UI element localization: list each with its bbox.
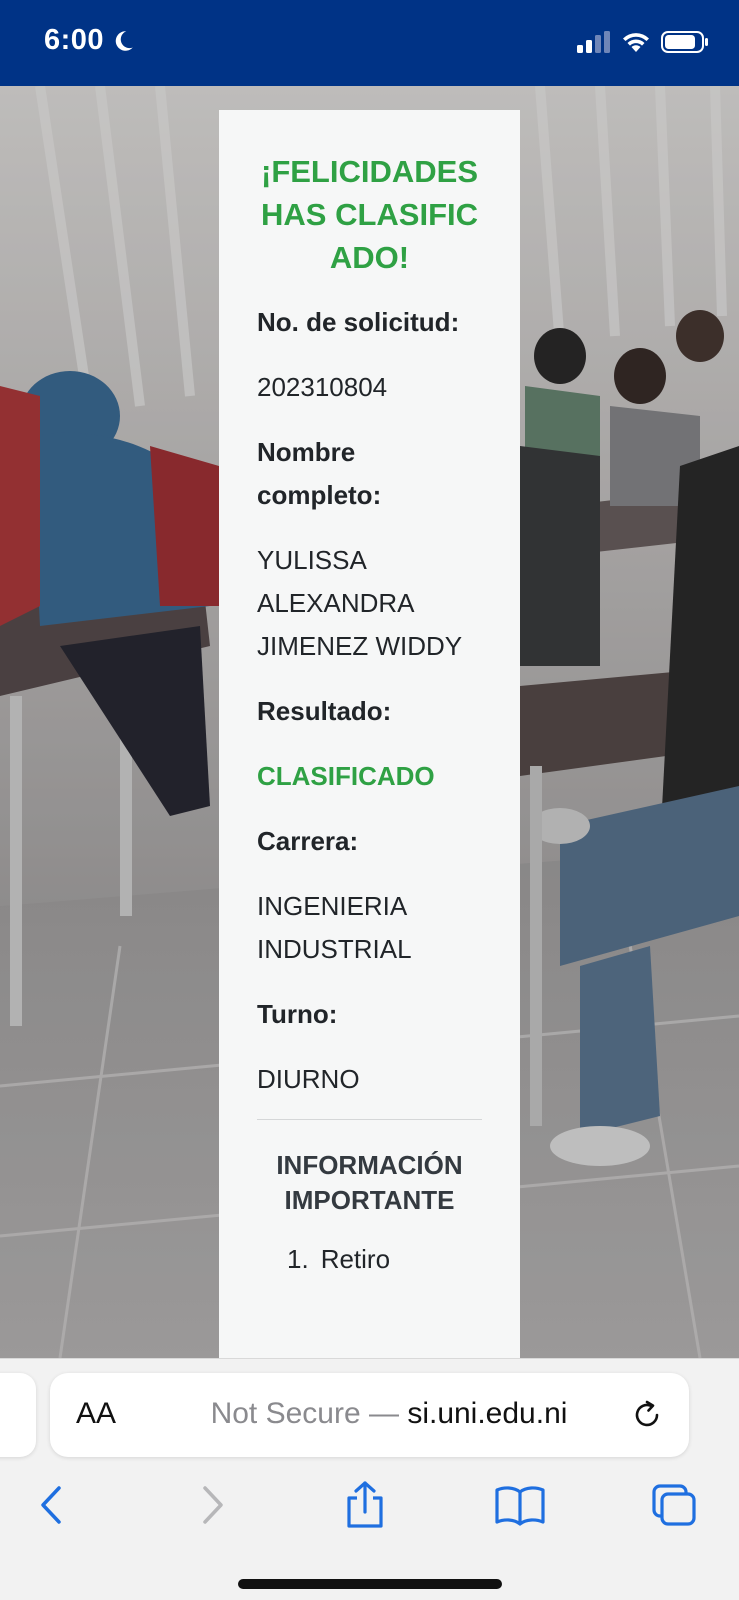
bookmarks-button[interactable] (492, 1477, 548, 1533)
forward-button[interactable] (184, 1477, 240, 1533)
url-security-prefix: Not Secure — (210, 1397, 408, 1430)
list-item: 1. Retiro (287, 1238, 482, 1281)
congratulations-headline: ¡FELICIDADES HAS CLASIFICADO! (261, 154, 478, 275)
career-label: Carrera: (257, 826, 359, 856)
application-number-label: No. de solicitud: (257, 307, 460, 337)
application-number-value: 202310804 (257, 372, 388, 402)
book-icon (495, 1486, 545, 1526)
important-info-title: INFORMACIÓN IMPORTANTE (276, 1150, 463, 1215)
tabs-button[interactable] (646, 1477, 702, 1533)
important-info-list: 1. Retiro (257, 1238, 482, 1281)
battery-icon (661, 31, 708, 53)
status-icons (577, 30, 709, 54)
signal-icon (577, 31, 610, 53)
tabs-icon (652, 1484, 696, 1526)
clock-text: 6:00 (44, 24, 105, 56)
full-name-value: YULISSA ALEXANDRA JIMENEZ WIDDY (257, 545, 463, 661)
status-bar: 6:00 (0, 0, 739, 86)
result-card: ¡FELICIDADES HAS CLASIFICADO! No. de sol… (219, 110, 520, 1358)
divider (257, 1119, 482, 1120)
browser-toolbar (0, 1477, 739, 1547)
reader-options-button[interactable]: AA (76, 1397, 116, 1431)
reload-icon[interactable] (629, 1397, 665, 1433)
aa-label: AA (76, 1397, 117, 1430)
result-label: Resultado: (257, 696, 392, 726)
url-domain: si.uni.edu.ni (407, 1397, 568, 1430)
chevron-left-icon (41, 1486, 61, 1524)
previous-tab-peek[interactable] (0, 1373, 36, 1457)
home-indicator (238, 1579, 502, 1589)
list-item-number: 1. (287, 1244, 309, 1274)
moon-icon (115, 30, 133, 51)
shift-label: Turno: (257, 999, 338, 1029)
wifi-icon (623, 33, 649, 52)
career-value: INGENIERIA INDUSTRIAL (257, 891, 412, 964)
url-display[interactable]: Not Secure — si.uni.edu.ni (174, 1397, 604, 1431)
result-value: CLASIFICADO (257, 761, 435, 791)
share-button[interactable] (337, 1477, 393, 1533)
browser-bottom-bar: AA Not Secure — si.uni.edu.ni (0, 1358, 739, 1600)
status-time: 6:00 (44, 24, 136, 57)
chevron-right-icon (203, 1486, 223, 1524)
list-item-text: Retiro (320, 1244, 391, 1274)
shift-value: DIURNO (257, 1064, 360, 1094)
full-name-label: Nombre completo: (257, 437, 382, 510)
share-icon (347, 1481, 383, 1528)
address-bar[interactable]: AA Not Secure — si.uni.edu.ni (50, 1373, 689, 1457)
back-button[interactable] (24, 1477, 80, 1533)
